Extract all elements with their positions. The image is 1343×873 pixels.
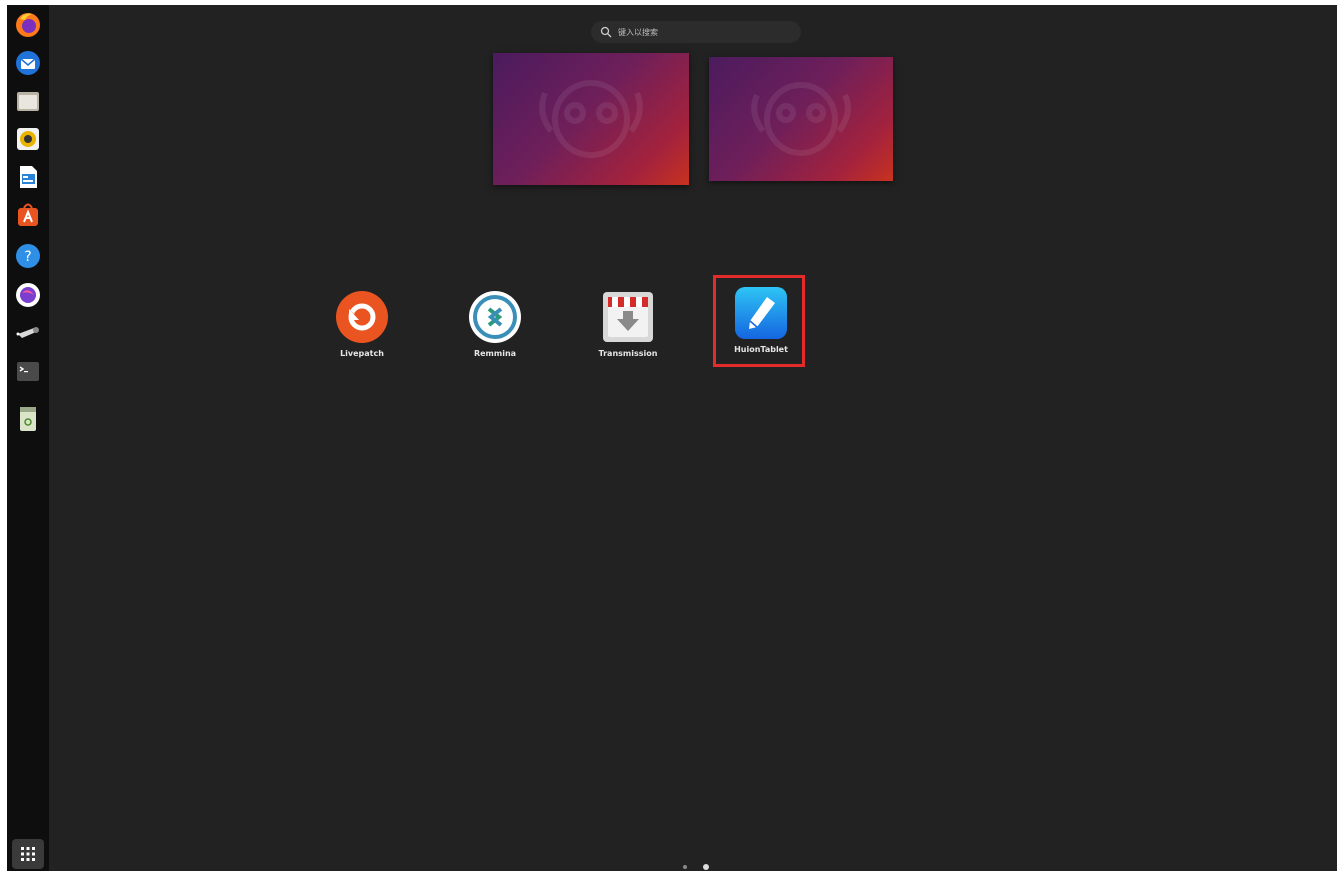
firefox-icon[interactable] <box>14 10 42 38</box>
page-indicator-1[interactable] <box>683 865 687 869</box>
ubuntu-mascot-wallpaper <box>751 82 851 156</box>
app-label: Livepatch <box>340 349 384 358</box>
grid-icon <box>21 847 35 861</box>
help-icon[interactable]: ? <box>14 242 42 270</box>
dock: ? <box>7 5 49 871</box>
search-input[interactable] <box>618 27 788 37</box>
ubuntu-mascot-wallpaper <box>539 80 643 158</box>
terminal-icon[interactable] <box>14 357 42 385</box>
app-transmission[interactable]: Transmission <box>578 289 678 379</box>
desktop-overview: ? 键入以搜索 Livepatch Remmina Transmission H… <box>7 5 1337 871</box>
search-icon <box>600 26 612 38</box>
app-label: Transmission <box>598 349 658 358</box>
thunderbird-icon[interactable] <box>14 49 42 77</box>
show-applications-button[interactable] <box>12 839 44 869</box>
highlight-box <box>713 275 805 367</box>
workspace-thumbnail-1[interactable] <box>493 53 689 185</box>
workspace-thumbnail-2[interactable] <box>709 57 893 181</box>
svg-text:?: ? <box>24 249 31 265</box>
screenshot-tool-icon[interactable] <box>14 319 42 347</box>
libreoffice-writer-icon[interactable] <box>14 163 42 191</box>
app-remmina[interactable]: Remmina <box>445 289 545 379</box>
app-center-icon[interactable] <box>14 201 42 229</box>
trash-icon[interactable] <box>14 405 42 433</box>
shotwell-icon[interactable] <box>14 281 42 309</box>
livepatch-icon <box>334 289 390 345</box>
files-icon[interactable] <box>14 87 42 115</box>
remmina-icon <box>467 289 523 345</box>
app-label: Remmina <box>473 349 517 358</box>
app-livepatch[interactable]: Livepatch <box>312 289 412 379</box>
transmission-icon <box>600 289 656 345</box>
search-bar[interactable] <box>591 21 801 43</box>
rhythmbox-icon[interactable] <box>14 125 42 153</box>
page-indicator-2[interactable] <box>703 864 709 870</box>
